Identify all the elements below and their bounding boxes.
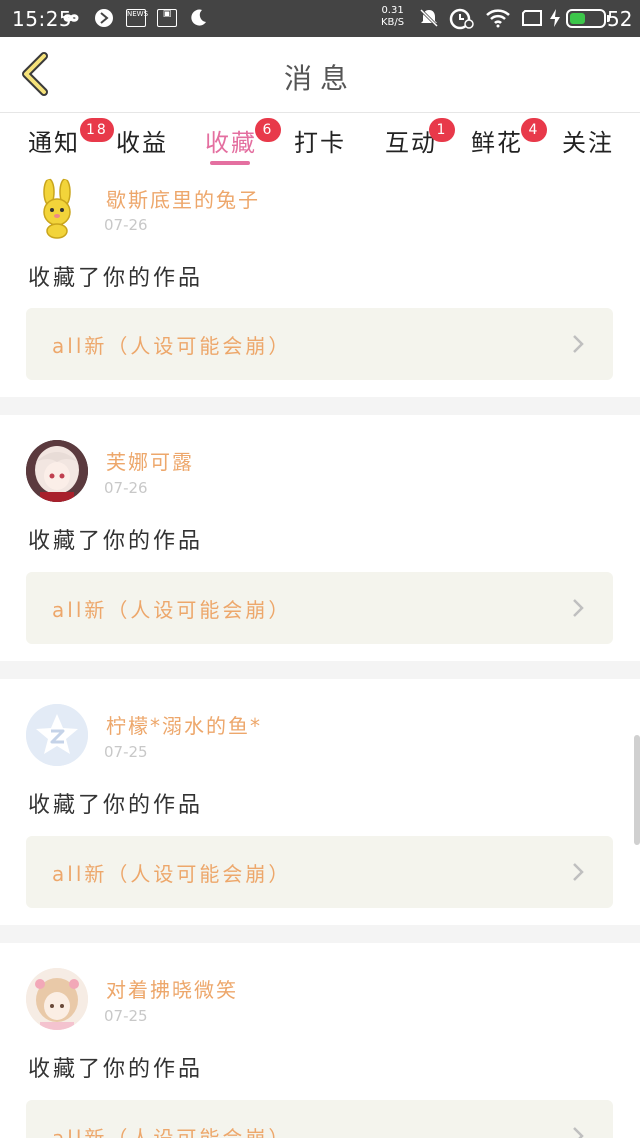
header: 消息 — [0, 37, 640, 113]
tab-bar: 通知 18 收益 收藏 6 打卡 互动 1 鲜花 4 关注 — [0, 113, 640, 171]
username[interactable]: 柠檬*溺水的鱼* — [106, 710, 262, 739]
notification-card: 柠檬*溺水的鱼* 07-25 收藏了你的作品 all新（人设可能会崩） — [0, 679, 640, 925]
notification-date: 07-25 — [104, 743, 148, 761]
action-text: 收藏了你的作品 — [28, 529, 204, 554]
action-text: 收藏了你的作品 — [28, 266, 204, 291]
work-title: all新（人设可能会崩） — [52, 862, 292, 886]
news-icon-label: NEWS — [126, 9, 148, 27]
action-text: 收藏了你的作品 — [28, 1057, 204, 1082]
tab-checkin[interactable]: 打卡 — [294, 123, 346, 158]
notification-card: 对着拂晓微笑 07-25 收藏了你的作品 all新（人设可能会崩） — [0, 943, 640, 1138]
active-tab-indicator — [210, 161, 250, 165]
news-icon: NEWS — [126, 6, 148, 30]
tab-follow[interactable]: 关注 — [562, 123, 614, 158]
tab-flowers[interactable]: 鲜花 4 — [471, 118, 547, 158]
moon-icon — [188, 6, 208, 30]
username[interactable]: 歇斯底里的兔子 — [106, 184, 260, 213]
unread-badge: 4 — [521, 118, 547, 142]
tab-label: 打卡 — [294, 129, 346, 157]
tab-interaction[interactable]: 互动 1 — [385, 118, 455, 158]
battery-fill — [570, 13, 585, 24]
qq-star-avatar-icon — [26, 704, 88, 766]
chevron-right-icon — [573, 335, 584, 353]
bunny-avatar-icon — [43, 178, 71, 239]
notification-date: 07-26 — [104, 479, 148, 497]
work-title: all新（人设可能会崩） — [52, 334, 292, 358]
unread-badge: 18 — [80, 118, 114, 142]
user-avatar[interactable] — [26, 178, 88, 240]
alarm-icon — [448, 6, 474, 30]
charging-icon — [548, 6, 562, 30]
work-link[interactable]: all新（人设可能会崩） — [26, 308, 613, 380]
notification-card: 歇斯底里的兔子 07-26 收藏了你的作品 all新（人设可能会崩） — [0, 171, 640, 397]
tab-label: 通知 — [28, 129, 80, 157]
net-speed: 0.31 KB/S — [381, 5, 404, 29]
username[interactable]: 芙娜可露 — [106, 446, 194, 475]
chevron-right-icon — [573, 1127, 584, 1138]
tab-label: 鲜花 — [471, 129, 523, 157]
work-link[interactable]: all新（人设可能会崩） — [26, 836, 613, 908]
work-link[interactable]: all新（人设可能会崩） — [26, 572, 613, 644]
anime-girl-avatar-icon — [26, 968, 88, 1030]
net-speed-value: 0.31 — [381, 5, 404, 16]
page-title: 消息 — [283, 62, 356, 95]
notification-date: 07-25 — [104, 1007, 148, 1025]
screen-icon — [521, 6, 543, 30]
user-avatar[interactable] — [26, 968, 88, 1030]
notification-date: 07-26 — [104, 216, 148, 234]
net-speed-unit: KB/S — [381, 17, 405, 28]
app-notification-icon — [94, 6, 114, 30]
girl-avatar-icon — [26, 440, 88, 502]
photo-icon: ▣ — [157, 6, 177, 30]
wifi-icon — [485, 6, 511, 30]
status-bar: 15:25 NEWS ▣ 0.31 KB/S 52 — [0, 0, 640, 37]
tab-notice[interactable]: 通知 18 — [28, 118, 114, 158]
tab-label: 收藏 — [205, 129, 257, 157]
scrollbar[interactable] — [634, 735, 640, 845]
tab-favorites[interactable]: 收藏 6 — [205, 118, 281, 158]
action-text: 收藏了你的作品 — [28, 793, 204, 818]
divider — [0, 661, 640, 679]
user-avatar[interactable] — [26, 704, 88, 766]
tab-label: 收益 — [116, 129, 168, 157]
battery-indicator — [566, 9, 610, 28]
tab-earnings[interactable]: 收益 — [116, 123, 168, 158]
tab-label: 关注 — [562, 129, 614, 157]
work-title: all新（人设可能会崩） — [52, 598, 292, 622]
unread-badge: 6 — [255, 118, 281, 142]
chevron-right-icon — [573, 863, 584, 881]
chevron-right-icon — [573, 599, 584, 617]
username[interactable]: 对着拂晓微笑 — [106, 974, 238, 1003]
work-link[interactable]: all新（人设可能会崩） — [26, 1100, 613, 1138]
work-title: all新（人设可能会崩） — [52, 1126, 292, 1138]
divider — [0, 397, 640, 415]
infinity-icon — [58, 6, 84, 30]
unread-badge: 1 — [429, 118, 455, 142]
divider — [0, 925, 640, 943]
user-avatar[interactable] — [26, 440, 88, 502]
notification-card: 芙娜可露 07-26 收藏了你的作品 all新（人设可能会崩） — [0, 415, 640, 661]
mute-bell-icon — [418, 6, 440, 30]
battery-percent: 52 — [607, 7, 633, 31]
